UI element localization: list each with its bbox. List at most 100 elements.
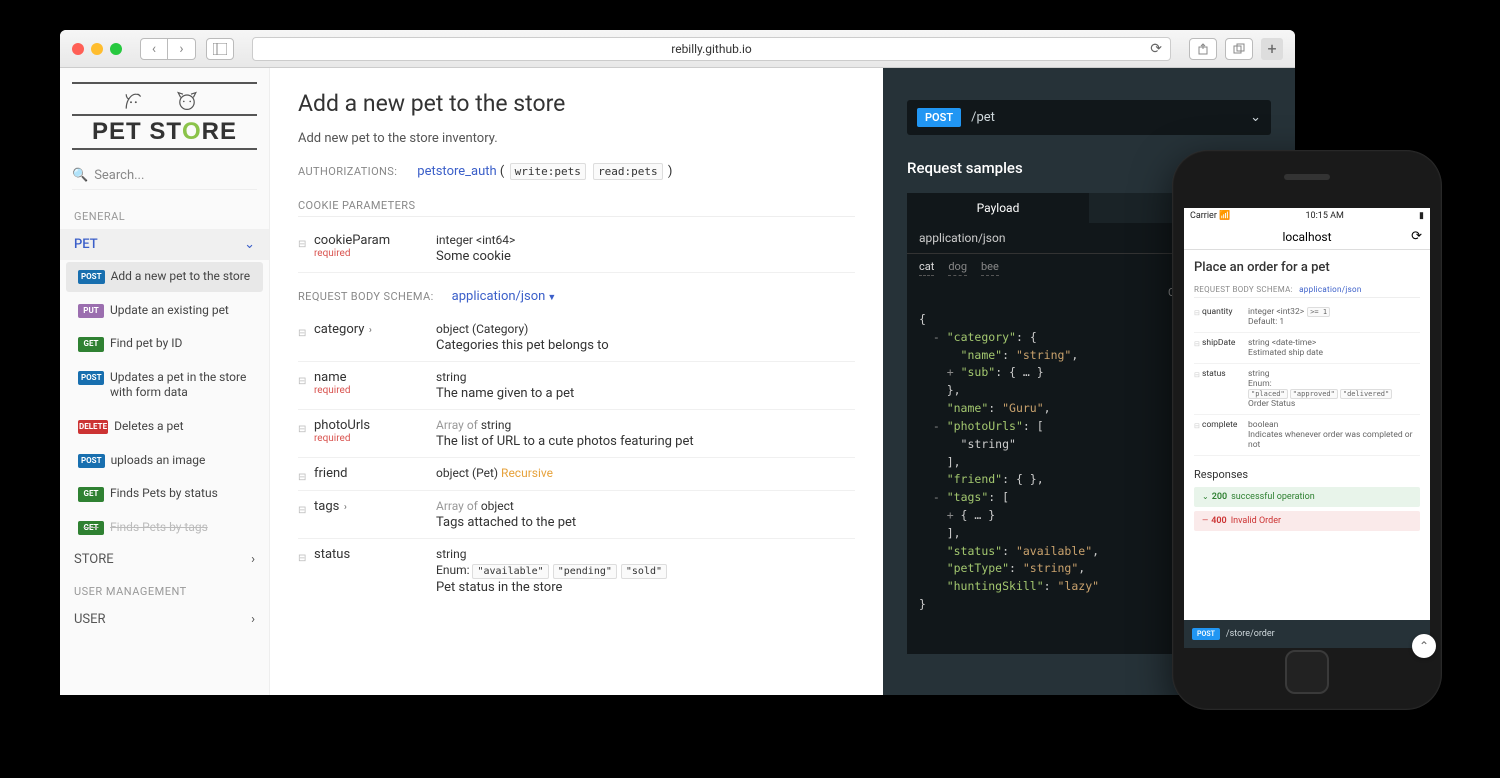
sidebar-item-find-by-id[interactable]: GET Find pet by ID — [66, 329, 263, 359]
response-200[interactable]: ⌄200successful operation — [1194, 487, 1420, 507]
phone-param-row: completebooleanIndicates whenever order … — [1194, 415, 1420, 456]
sidebar-item-delete-pet[interactable]: DELETE Deletes a pet — [66, 412, 263, 442]
param-row: ⊟category ›object (Category)Categories t… — [298, 314, 855, 362]
main-content: Add a new pet to the store Add new pet t… — [270, 68, 883, 695]
param-row-cookie: ⊟ cookieParam required integer <int64> S… — [298, 225, 855, 273]
caret-down-icon: ▼ — [547, 293, 556, 303]
phone-time: 10:15 AM — [1306, 211, 1344, 221]
response-400[interactable]: —400Invalid Order — [1194, 511, 1420, 531]
phone-param-row: quantityinteger <int32>>= 1Default: 1 — [1194, 302, 1420, 333]
tabs-button[interactable] — [1225, 38, 1253, 60]
chevron-down-icon: ⌄ — [244, 237, 255, 252]
search-icon: 🔍 — [72, 168, 88, 183]
example-tab-cat[interactable]: cat — [919, 260, 934, 276]
share-button[interactable] — [1189, 38, 1217, 60]
window-controls — [72, 43, 122, 55]
tree-icon: ⊟ — [298, 553, 306, 564]
chevron-right-icon: › — [251, 552, 255, 567]
content-type-selector[interactable]: application/json▼ — [452, 289, 557, 304]
tab-payload[interactable]: Payload — [907, 193, 1089, 223]
param-row: ⊟tags ›Array of objectTags attached to t… — [298, 491, 855, 539]
chevron-down-icon: ⌄ — [1250, 110, 1261, 125]
tree-icon: ⊟ — [298, 505, 306, 516]
sidebar-item-update-form[interactable]: POST Updates a pet in the store with for… — [66, 363, 263, 408]
auth-label: AUTHORIZATIONS: — [298, 165, 397, 178]
sidebar-toggle-button[interactable] — [206, 38, 234, 60]
sidebar-item-add-pet[interactable]: POST Add a new pet to the store — [66, 262, 263, 292]
scope-chip: read:pets — [593, 163, 663, 180]
tree-icon: ⊟ — [298, 328, 306, 339]
tree-icon: ⊟ — [298, 472, 306, 483]
sidebar-item-update-pet[interactable]: PUT Update an existing pet — [66, 296, 263, 326]
example-tab-dog[interactable]: dog — [948, 260, 967, 276]
new-tab-button[interactable]: + — [1261, 38, 1283, 60]
chevron-right-icon[interactable]: › — [366, 325, 371, 336]
operation-description: Add new pet to the store inventory. — [298, 131, 855, 146]
tree-icon: ⊟ — [298, 424, 306, 435]
chevron-down-icon: ⌄ — [1202, 492, 1209, 501]
sidebar-item-upload-image[interactable]: POST uploads an image — [66, 446, 263, 476]
schema-label: REQUEST BODY SCHEMA: — [298, 290, 434, 303]
search-input[interactable]: 🔍 Search... — [72, 168, 257, 190]
method-badge: POST — [78, 454, 105, 468]
group-user[interactable]: USER › — [60, 604, 269, 635]
param-row: ⊟photoUrlsrequiredArray of stringThe lis… — [298, 410, 855, 458]
sidebar-item-find-by-tags[interactable]: GET Finds Pets by tags — [66, 513, 263, 543]
address-bar[interactable]: rebilly.github.io ⟳ — [252, 37, 1171, 61]
chevron-right-icon: › — [251, 612, 255, 627]
endpoint-method-badge: POST — [917, 108, 961, 127]
wifi-icon: 📶 — [1219, 211, 1230, 221]
phone-endpoint-bar[interactable]: POST /store/order — [1184, 620, 1430, 648]
param-row: ⊟statusstringEnum: "available""pending""… — [298, 539, 855, 603]
endpoint-path: /pet — [971, 110, 1240, 125]
method-badge: POST — [78, 371, 104, 385]
tree-icon: ⊟ — [298, 376, 306, 387]
forward-button[interactable]: › — [168, 38, 196, 60]
back-button[interactable]: ‹ — [140, 38, 168, 60]
method-badge: PUT — [78, 304, 104, 318]
scope-chip: write:pets — [510, 163, 586, 180]
sidebar-item-find-by-status[interactable]: GET Finds Pets by status — [66, 479, 263, 509]
phone-host: localhost — [1282, 230, 1331, 244]
chevron-right-icon[interactable]: › — [341, 502, 346, 513]
reload-icon[interactable]: ⟳ — [1411, 229, 1422, 244]
phone-nav-bar: localhost ⟳ — [1184, 224, 1430, 250]
phone-param-row: statusstringEnum: "placed""approved""del… — [1194, 364, 1420, 415]
method-badge: GET — [78, 521, 104, 535]
sidebar: PET STORE 🔍 Search... GENERAL PET ⌄ POST… — [60, 68, 270, 695]
section-label-usermgmt: USER MANAGEMENT — [60, 575, 269, 604]
search-placeholder: Search... — [94, 168, 144, 183]
dash-icon: — — [1202, 516, 1208, 525]
close-window-icon[interactable] — [72, 43, 84, 55]
method-badge: GET — [78, 337, 104, 351]
cookie-section-label: COOKIE PARAMETERS — [298, 199, 855, 217]
example-tab-bee[interactable]: bee — [981, 260, 999, 276]
browser-window: ‹ › rebilly.github.io ⟳ + — [60, 30, 1295, 695]
phone-content-type[interactable]: application/json — [1299, 285, 1361, 294]
browser-toolbar: ‹ › rebilly.github.io ⟳ + — [60, 30, 1295, 68]
method-badge: DELETE — [78, 420, 108, 434]
method-badge: GET — [78, 487, 104, 501]
reload-icon[interactable]: ⟳ — [1150, 41, 1162, 57]
nav-buttons: ‹ › — [140, 38, 196, 60]
phone-param-row: shipDatestring <date-time>Estimated ship… — [1194, 333, 1420, 364]
phone-title: Place an order for a pet — [1194, 260, 1420, 275]
endpoint-bar[interactable]: POST /pet ⌄ — [907, 100, 1271, 135]
maximize-window-icon[interactable] — [110, 43, 122, 55]
tree-icon: ⊟ — [298, 239, 306, 250]
method-badge: POST — [78, 270, 105, 284]
operation-title: Add a new pet to the store — [298, 90, 855, 117]
url-text: rebilly.github.io — [671, 42, 752, 56]
param-row: ⊟friendobject (Pet) Recursive — [298, 458, 855, 491]
phone-status-bar: Carrier 📶 10:15 AM ▮ — [1184, 208, 1430, 224]
logo-animals-icon — [72, 86, 257, 112]
minimize-window-icon[interactable] — [91, 43, 103, 55]
section-label-general: GENERAL — [60, 200, 269, 229]
battery-icon: ▮ — [1419, 211, 1424, 221]
logo: PET STORE — [60, 76, 269, 158]
param-row: ⊟namerequiredstringThe name given to a p… — [298, 362, 855, 410]
group-pet[interactable]: PET ⌄ — [60, 229, 269, 260]
phone-mock: Carrier 📶 10:15 AM ▮ localhost ⟳ Place a… — [1172, 150, 1442, 710]
auth-scheme-link[interactable]: petstore_auth — [417, 164, 496, 179]
group-store[interactable]: STORE › — [60, 544, 269, 575]
